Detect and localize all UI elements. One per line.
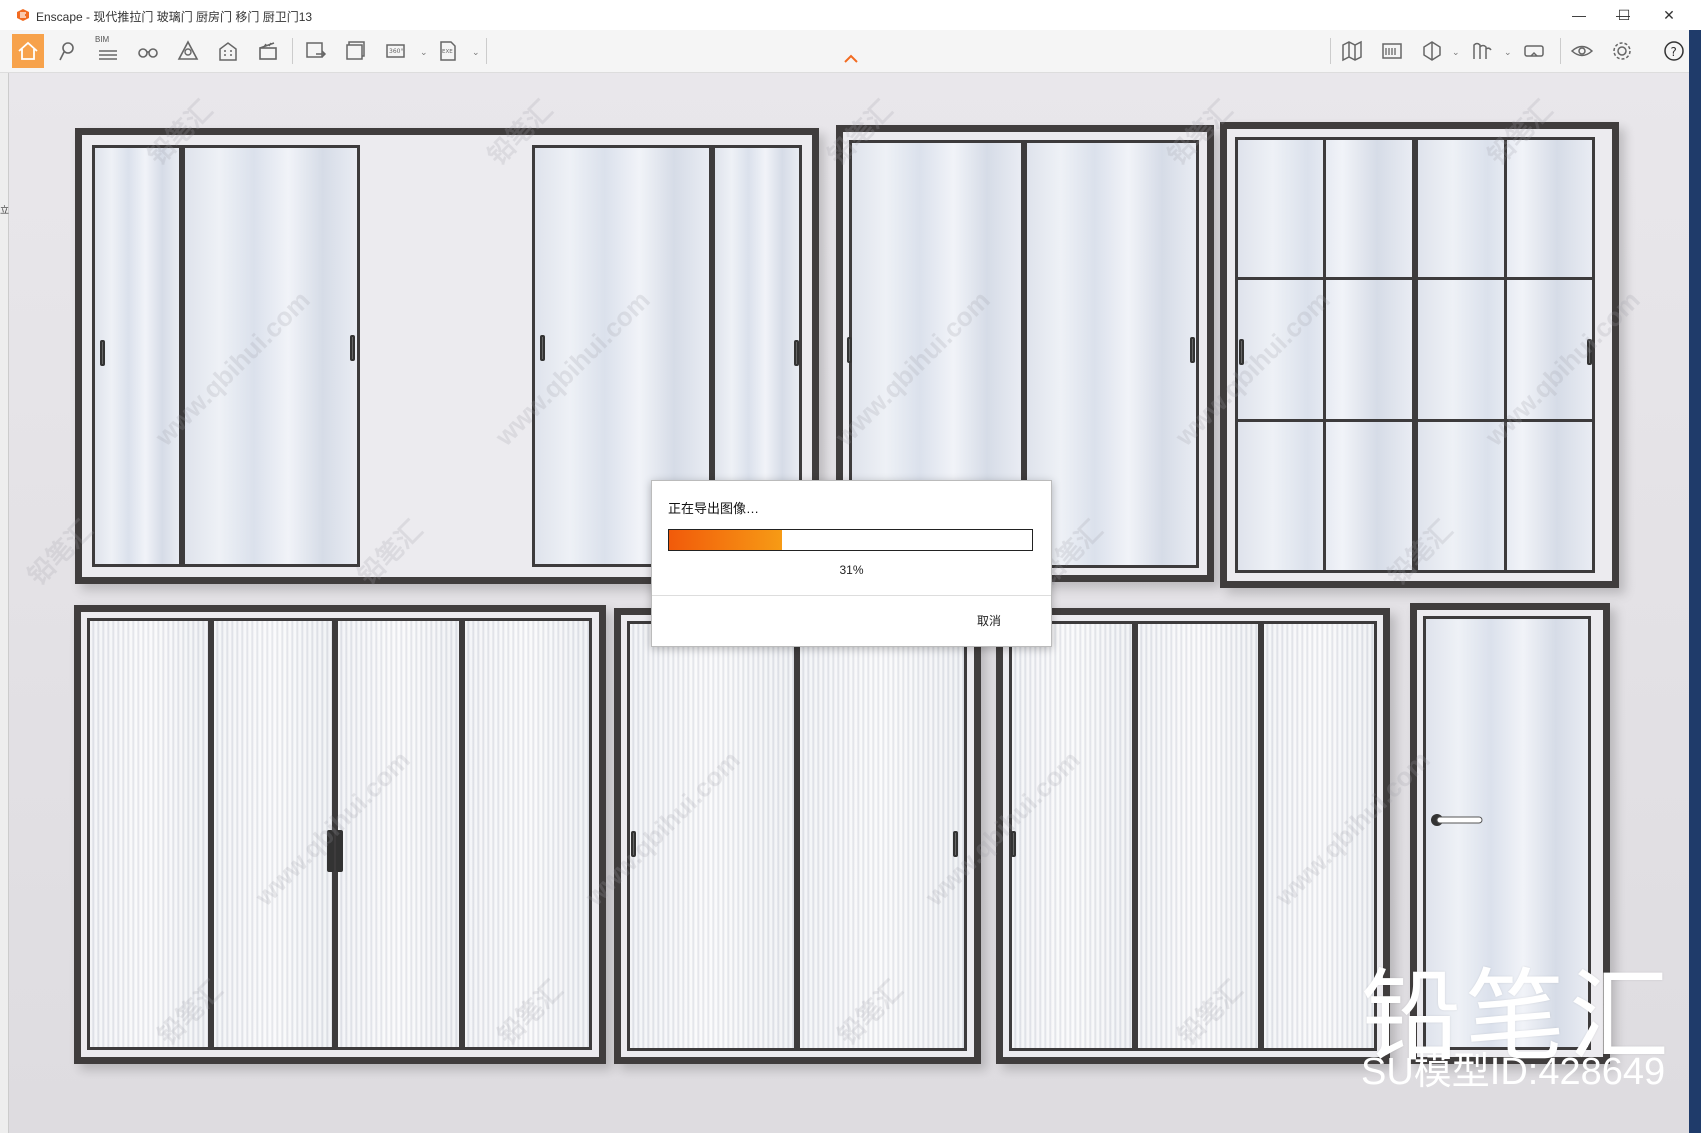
building-icon bbox=[219, 42, 237, 61]
chevron-down-icon[interactable]: ⌄ bbox=[472, 47, 480, 57]
visibility-eye-icon bbox=[1570, 45, 1594, 57]
location-pin-icon bbox=[59, 42, 74, 61]
left-panel-fragment: 立 bbox=[0, 205, 10, 215]
svg-text:EXE: EXE bbox=[442, 49, 453, 55]
help-button[interactable]: ? bbox=[1658, 34, 1690, 68]
dialog-divider bbox=[652, 595, 1051, 596]
desktop-background-edge bbox=[1689, 30, 1701, 1133]
asset-library-icon bbox=[1382, 43, 1402, 59]
chevron-down-icon[interactable]: ⌄ bbox=[1504, 47, 1512, 57]
video-editor-button[interactable] bbox=[252, 34, 284, 68]
svg-text:?: ? bbox=[1671, 45, 1677, 59]
collapse-toolbar-chevron-up-icon[interactable] bbox=[843, 52, 859, 64]
progress-percent: 31% bbox=[839, 563, 864, 577]
help-icon: ? bbox=[1664, 41, 1684, 61]
export-image-button[interactable] bbox=[300, 34, 332, 68]
window-title: Enscape - 现代推拉门 玻璃门 厨房门 移门 厨卫门13 bbox=[36, 10, 313, 24]
toolbar-separator bbox=[1330, 38, 1331, 64]
door-ribbed-bottom-left bbox=[74, 605, 606, 1064]
vr-headset-icon bbox=[1524, 45, 1544, 57]
left-panel-edge bbox=[0, 73, 9, 1133]
toolbar-separator bbox=[486, 38, 487, 64]
binoculars-button[interactable] bbox=[132, 34, 164, 68]
batch-render-icon bbox=[346, 41, 365, 60]
asset-library-button[interactable] bbox=[1376, 34, 1408, 68]
map-icon bbox=[1342, 40, 1362, 62]
settings-button[interactable] bbox=[1606, 34, 1638, 68]
material-button[interactable] bbox=[1466, 34, 1498, 68]
chevron-down-icon[interactable]: ⌄ bbox=[1452, 47, 1460, 57]
close-icon: ✕ bbox=[1663, 6, 1675, 23]
svg-text:360°: 360° bbox=[389, 48, 403, 55]
panorama-360-icon: 360° bbox=[386, 44, 405, 58]
toolbar-separator bbox=[292, 38, 293, 64]
cancel-button[interactable]: 取消 bbox=[977, 612, 1001, 629]
visibility-button[interactable] bbox=[1566, 34, 1598, 68]
vr-headset-button[interactable] bbox=[1518, 34, 1550, 68]
building-button[interactable] bbox=[212, 34, 244, 68]
dialog-title: 正在导出图像… bbox=[668, 501, 760, 516]
clapper-icon bbox=[259, 42, 277, 60]
location-button[interactable] bbox=[52, 34, 84, 68]
door-ribbed-bottom-middle bbox=[614, 608, 981, 1064]
maximize-button[interactable]: ☐ bbox=[1601, 0, 1647, 30]
minimize-glyph-icon: — bbox=[1572, 7, 1586, 23]
chevron-down-icon[interactable]: ⌄ bbox=[420, 47, 428, 57]
view-button[interactable] bbox=[1416, 34, 1448, 68]
settings-gear-icon bbox=[1613, 42, 1631, 60]
atmosphere-icon bbox=[177, 40, 199, 60]
toolbar-separator bbox=[1560, 38, 1561, 64]
bim-label: BIM bbox=[95, 35, 110, 44]
maximize-icon: ☐ bbox=[1617, 6, 1631, 23]
minimize-button-2[interactable]: — bbox=[1556, 0, 1602, 30]
home-button[interactable] bbox=[12, 34, 44, 68]
cube-view-icon bbox=[1423, 41, 1441, 61]
enscape-logo-icon bbox=[17, 9, 29, 21]
enscape-window: Enscape - 现代推拉门 玻璃门 厨房门 移门 厨卫门13 — — ☐ ✕ bbox=[0, 0, 1701, 1133]
export-image-icon bbox=[306, 42, 327, 58]
model-id-label: SU模型ID:428649 bbox=[1361, 1051, 1666, 1093]
export-exe-icon: EXE bbox=[440, 41, 456, 61]
door-grid-top-right bbox=[1220, 122, 1619, 588]
batch-render-button[interactable] bbox=[340, 34, 372, 68]
map-button[interactable] bbox=[1336, 34, 1368, 68]
export-progress-dialog: 正在导出图像… 31% 取消 bbox=[651, 480, 1052, 647]
progress-fill bbox=[669, 530, 782, 550]
material-icon bbox=[1473, 42, 1492, 59]
door-lever-handle-icon bbox=[1431, 814, 1483, 826]
export-exe-button[interactable]: EXE bbox=[432, 34, 464, 68]
title-bar: Enscape - 现代推拉门 玻璃门 厨房门 移门 厨卫门13 — bbox=[0, 0, 1701, 31]
door-ribbed-bottom-right bbox=[996, 608, 1390, 1064]
atmosphere-button[interactable] bbox=[172, 34, 204, 68]
export-progress-bar bbox=[668, 529, 1033, 551]
close-button[interactable]: ✕ bbox=[1646, 0, 1692, 30]
home-icon bbox=[18, 41, 38, 60]
binoculars-icon bbox=[138, 48, 158, 58]
panorama-button[interactable]: 360° bbox=[380, 34, 412, 68]
